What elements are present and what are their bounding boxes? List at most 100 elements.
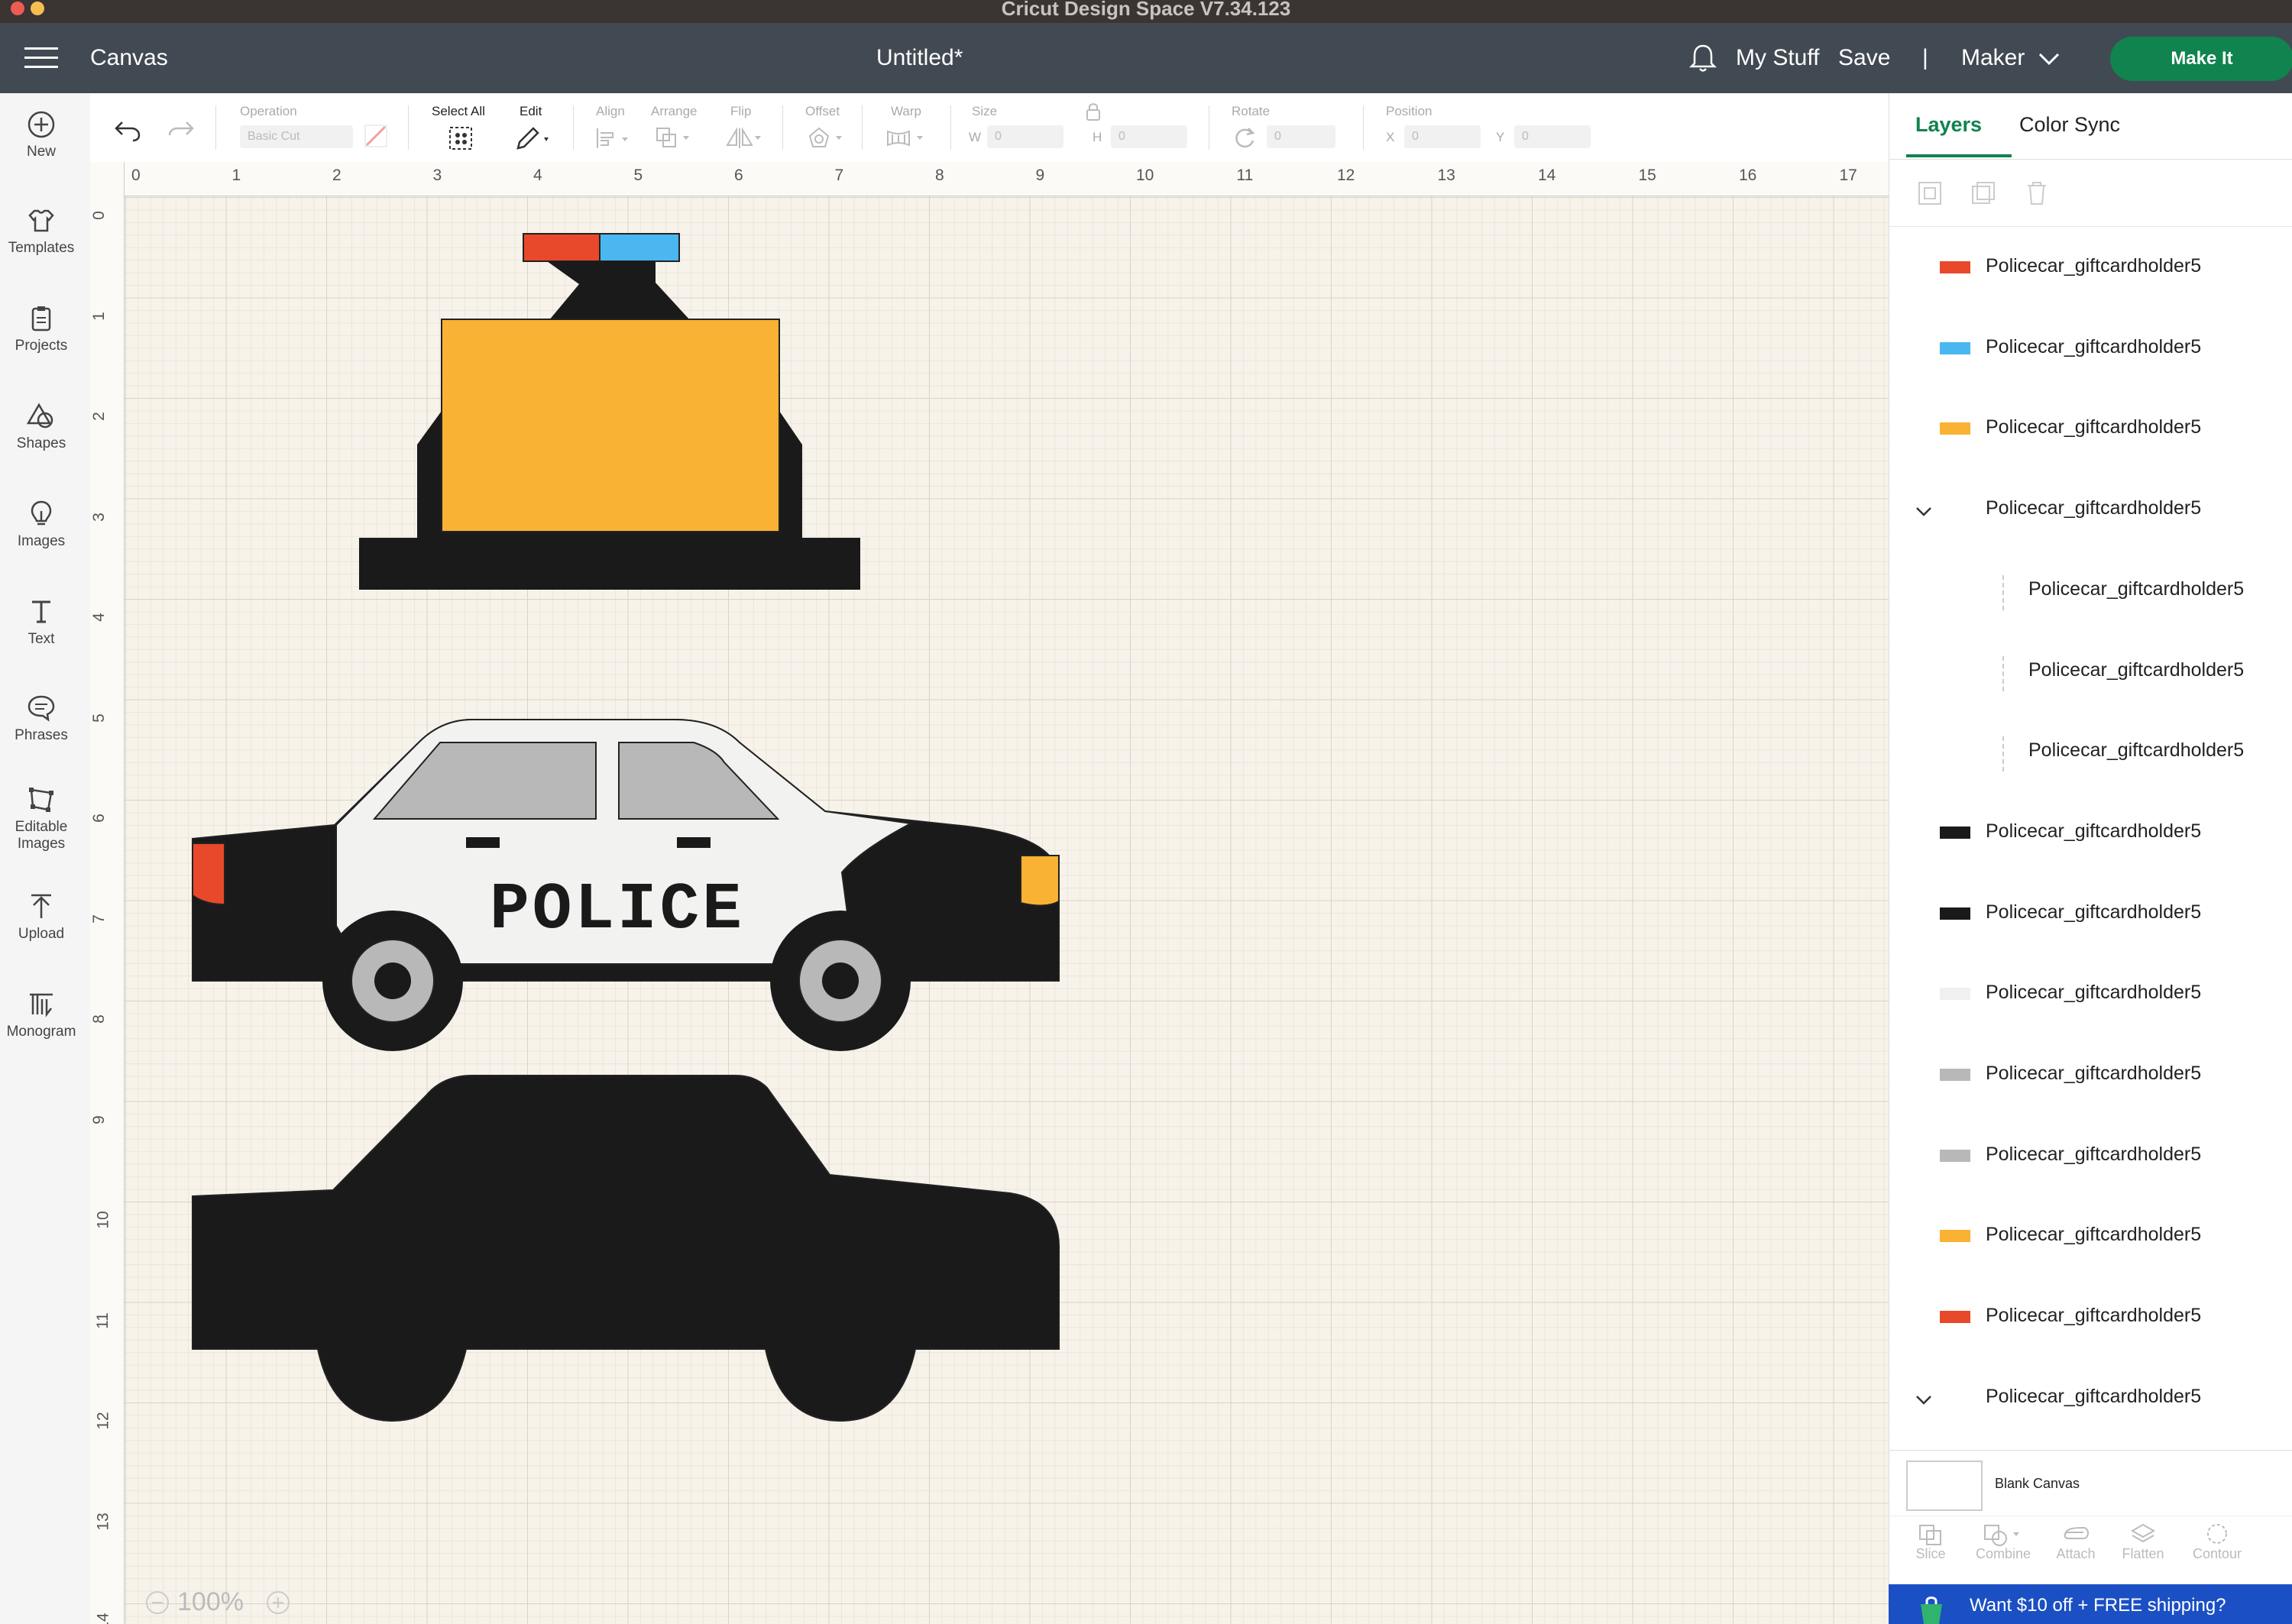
sidebar-item-phrases[interactable]: Phrases bbox=[0, 694, 83, 744]
tab-layers[interactable]: Layers bbox=[1915, 113, 1982, 137]
blank-canvas-thumbnail[interactable] bbox=[1906, 1461, 1983, 1511]
siren-blue-light[interactable] bbox=[599, 233, 680, 262]
align-label: Align bbox=[596, 104, 625, 118]
height-input[interactable]: 0 bbox=[1111, 125, 1187, 148]
delete-icon[interactable] bbox=[2024, 180, 2050, 206]
rotate-input[interactable]: 0 bbox=[1267, 125, 1335, 148]
sidebar-item-projects[interactable]: Projects bbox=[0, 304, 83, 354]
toolbar-divider bbox=[573, 105, 574, 150]
undo-icon[interactable] bbox=[113, 119, 142, 142]
tab-color-sync[interactable]: Color Sync bbox=[2019, 113, 2120, 137]
chevron-down-icon[interactable] bbox=[1915, 1395, 1932, 1406]
group-tree-line bbox=[2002, 574, 2004, 610]
layer-row[interactable]: Policecar_giftcardholder5 bbox=[1889, 312, 2292, 388]
redo-icon[interactable] bbox=[167, 119, 196, 142]
chevron-down-icon[interactable] bbox=[2038, 52, 2060, 66]
group-icon[interactable] bbox=[1917, 180, 1943, 206]
position-y-input[interactable]: 0 bbox=[1514, 125, 1591, 148]
sidebar-item-label: Monogram bbox=[6, 1024, 76, 1040]
position-x-input[interactable]: 0 bbox=[1404, 125, 1481, 148]
design-canvas[interactable]: 0 1 2 3 4 5 6 7 8 9 10 11 12 13 14 15 16 17 0 1 2 3 4 5 6 7 8 9 10 1… bbox=[90, 162, 1889, 1624]
layer-name: Policecar_giftcardholder5 bbox=[1986, 901, 2202, 923]
zoom-in-icon[interactable] bbox=[266, 1590, 290, 1615]
slice-tool[interactable]: Slice bbox=[1900, 1523, 1961, 1562]
sidebar-item-text[interactable]: Text bbox=[0, 597, 83, 648]
tail-light[interactable] bbox=[192, 843, 225, 906]
layer-row[interactable]: Policecar_giftcardholder5 bbox=[1889, 1361, 2292, 1438]
layer-color-swatch bbox=[1940, 341, 1970, 354]
editable-images-icon bbox=[29, 788, 53, 812]
gift-card-slot[interactable] bbox=[441, 319, 780, 532]
police-car-group[interactable]: POLICE bbox=[191, 719, 1060, 1051]
offset-icon[interactable] bbox=[807, 125, 848, 150]
layer-row[interactable]: Policecar_giftcardholder5 bbox=[1889, 554, 2292, 630]
flatten-tool[interactable]: Flatten bbox=[2112, 1523, 2174, 1562]
my-stuff-link[interactable]: My Stuff bbox=[1736, 45, 1819, 71]
head-light[interactable] bbox=[1020, 855, 1060, 907]
machine-selector[interactable]: Maker bbox=[1961, 45, 2025, 71]
flip-icon[interactable] bbox=[724, 125, 767, 150]
combine-icon bbox=[1984, 1525, 2019, 1546]
layer-row[interactable]: Policecar_giftcardholder5 bbox=[1889, 715, 2292, 791]
layer-row[interactable]: Policecar_giftcardholder5 bbox=[1889, 957, 2292, 1034]
warp-icon[interactable] bbox=[885, 125, 929, 150]
lock-icon[interactable] bbox=[1085, 101, 1102, 122]
layer-name: Policecar_giftcardholder5 bbox=[1986, 1224, 2202, 1246]
align-icon[interactable] bbox=[594, 127, 633, 150]
promo-banner[interactable]: Want $10 off + FREE shipping? bbox=[1889, 1584, 2292, 1624]
operation-select[interactable]: Basic Cut bbox=[240, 125, 353, 148]
make-it-button[interactable]: Make It bbox=[2110, 37, 2292, 81]
duplicate-icon[interactable] bbox=[1970, 180, 1996, 206]
layer-thumbnail bbox=[1938, 903, 1972, 924]
bell-icon[interactable] bbox=[1688, 43, 1717, 73]
sidebar-item-label: Editable Images bbox=[15, 819, 68, 852]
layer-row[interactable]: Policecar_giftcardholder5 bbox=[1889, 635, 2292, 711]
sidebar-item-images[interactable]: Images bbox=[0, 500, 83, 550]
sidebar-item-monogram[interactable]: Monogram bbox=[0, 990, 83, 1040]
layer-row[interactable]: Policecar_giftcardholder5 bbox=[1889, 392, 2292, 468]
sidebar-item-label: Images bbox=[17, 533, 66, 549]
toolbar-divider bbox=[862, 105, 863, 150]
layer-row[interactable]: Policecar_giftcardholder5 bbox=[1889, 231, 2292, 307]
hamburger-menu-icon[interactable] bbox=[24, 46, 58, 70]
layer-row[interactable]: Policecar_giftcardholder5 bbox=[1889, 1280, 2292, 1357]
edit-pencil-icon[interactable] bbox=[515, 125, 553, 151]
layer-row[interactable]: Policecar_giftcardholder5 bbox=[1889, 1038, 2292, 1114]
select-all-icon[interactable] bbox=[448, 125, 474, 151]
sidebar-item-editable-images[interactable]: Editable Images bbox=[0, 785, 83, 852]
sidebar-item-label: Phrases bbox=[15, 727, 68, 743]
size-label: Size bbox=[972, 104, 998, 118]
chevron-down-icon[interactable] bbox=[1915, 506, 1932, 517]
car-silhouette-backing[interactable] bbox=[192, 1075, 1060, 1422]
save-button[interactable]: Save bbox=[1838, 45, 1890, 71]
rotate-icon[interactable] bbox=[1232, 125, 1258, 150]
layer-name: Policecar_giftcardholder5 bbox=[1986, 416, 2202, 438]
combine-tool[interactable]: Combine bbox=[1969, 1523, 2038, 1562]
contour-tool[interactable]: Contour bbox=[2183, 1523, 2252, 1562]
toolbar-divider bbox=[215, 105, 216, 150]
siren-red-light[interactable] bbox=[523, 233, 601, 262]
arrange-icon[interactable] bbox=[654, 125, 697, 150]
document-title[interactable]: Untitled* bbox=[876, 45, 963, 71]
siren-group[interactable] bbox=[359, 233, 860, 590]
sidebar-item-shapes[interactable]: Shapes bbox=[0, 402, 83, 452]
width-input[interactable]: 0 bbox=[987, 125, 1063, 148]
sidebar-item-upload[interactable]: Upload bbox=[0, 892, 83, 943]
door-handle-rear[interactable] bbox=[677, 837, 711, 848]
layer-row[interactable]: Policecar_giftcardholder5 bbox=[1889, 1199, 2292, 1276]
door-handle-front[interactable] bbox=[466, 837, 500, 848]
speech-bubble-icon bbox=[28, 695, 55, 722]
layer-row[interactable]: Policecar_giftcardholder5 bbox=[1889, 473, 2292, 549]
zoom-out-icon[interactable] bbox=[145, 1590, 170, 1615]
sidebar-item-new[interactable]: New bbox=[0, 110, 83, 160]
layer-name: Policecar_giftcardholder5 bbox=[1986, 255, 2202, 277]
sidebar-item-label: Text bbox=[28, 631, 55, 647]
layer-row[interactable]: Policecar_giftcardholder5 bbox=[1889, 877, 2292, 953]
operation-color-swatch-icon[interactable] bbox=[364, 124, 390, 150]
layer-row[interactable]: Policecar_giftcardholder5 bbox=[1889, 796, 2292, 872]
attach-tool[interactable]: Attach bbox=[2045, 1523, 2106, 1562]
layer-thumbnail bbox=[1938, 418, 1972, 439]
layer-name: Policecar_giftcardholder5 bbox=[2028, 577, 2245, 600]
sidebar-item-templates[interactable]: Templates bbox=[0, 206, 83, 257]
layer-row[interactable]: Policecar_giftcardholder5 bbox=[1889, 1119, 2292, 1195]
